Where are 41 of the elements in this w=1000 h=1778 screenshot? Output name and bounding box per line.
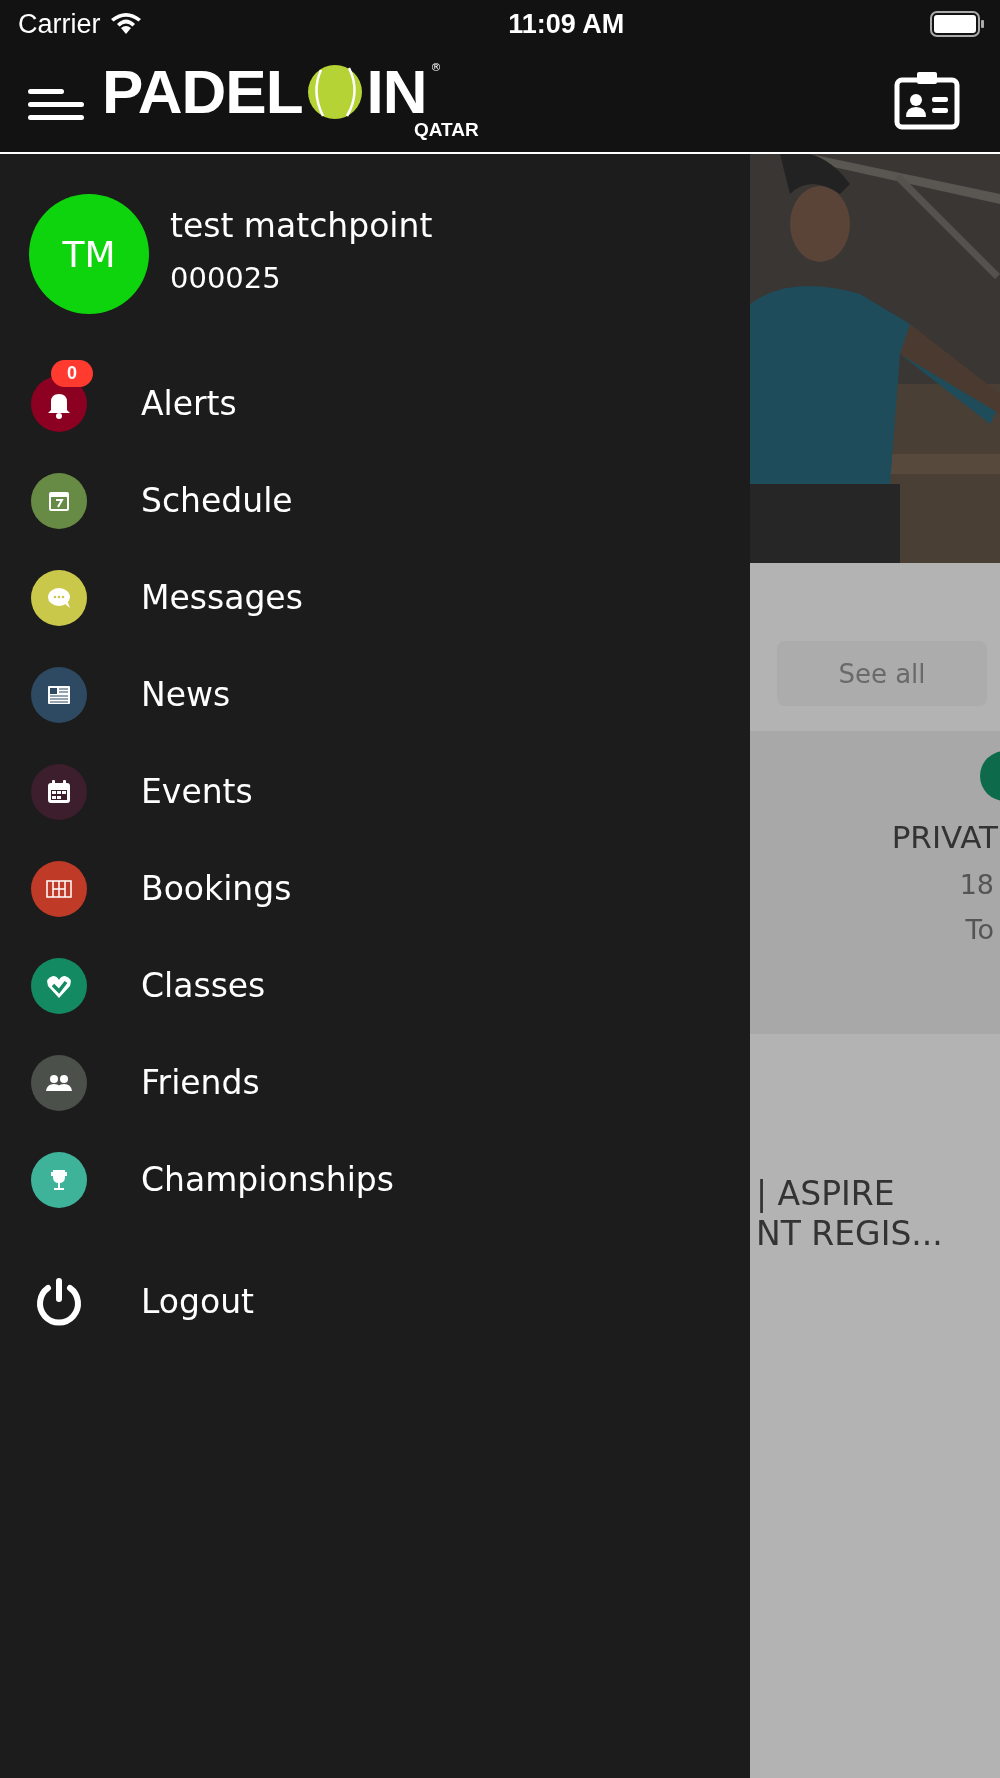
battery-icon: [930, 11, 986, 37]
event-title: | ASPIRE: [756, 1174, 896, 1214]
user-name: test matchpoint: [170, 206, 433, 245]
logo-subtitle: QATAR: [414, 119, 479, 141]
menu-item[interactable]: Championships: [0, 1131, 750, 1228]
menu-label: Alerts: [141, 384, 237, 423]
menu-label: Championships: [141, 1160, 394, 1199]
logout-item[interactable]: Logout: [0, 1253, 750, 1350]
menu-item[interactable]: Events: [0, 743, 750, 840]
menu-item[interactable]: Schedule: [0, 452, 750, 549]
id-badge-icon: [894, 70, 960, 130]
menu-icon: [28, 87, 84, 123]
menu-label: Events: [141, 772, 253, 811]
power-icon: [34, 1275, 84, 1328]
menu-item[interactable]: Classes: [0, 937, 750, 1034]
menu-label: Classes: [141, 966, 266, 1005]
member-number: 000025: [170, 261, 282, 295]
registered-mark: ®: [430, 61, 442, 74]
count-badge: 0: [51, 359, 93, 387]
menu-button[interactable]: [28, 87, 84, 123]
avatar: TM: [29, 194, 149, 314]
menu-label: Schedule: [141, 481, 293, 520]
menu-item[interactable]: Friends: [0, 1034, 750, 1131]
menu-label: Logout: [141, 1282, 254, 1321]
member-card-button[interactable]: [894, 70, 960, 130]
card-text: 18: [959, 869, 994, 900]
event-title: NT REGIS...: [756, 1214, 944, 1254]
menu-item[interactable]: News: [0, 646, 750, 743]
status-time: 11:09 AM: [508, 8, 625, 40]
card-title: PRIVAT: [891, 819, 998, 855]
menu-item[interactable]: Bookings: [0, 840, 750, 937]
tennis-ball-icon: [306, 64, 363, 120]
menu-label: Messages: [141, 578, 303, 617]
card-text: To: [965, 914, 994, 945]
menu-item[interactable]: 0 Alerts: [0, 355, 750, 452]
menu-label: News: [141, 675, 231, 714]
menu-label: Bookings: [141, 869, 292, 908]
carrier-name: Carrier: [18, 8, 101, 40]
logo-text: PADEL: [102, 59, 303, 125]
menu-item[interactable]: Messages: [0, 549, 750, 646]
menu-label: Friends: [141, 1063, 260, 1102]
